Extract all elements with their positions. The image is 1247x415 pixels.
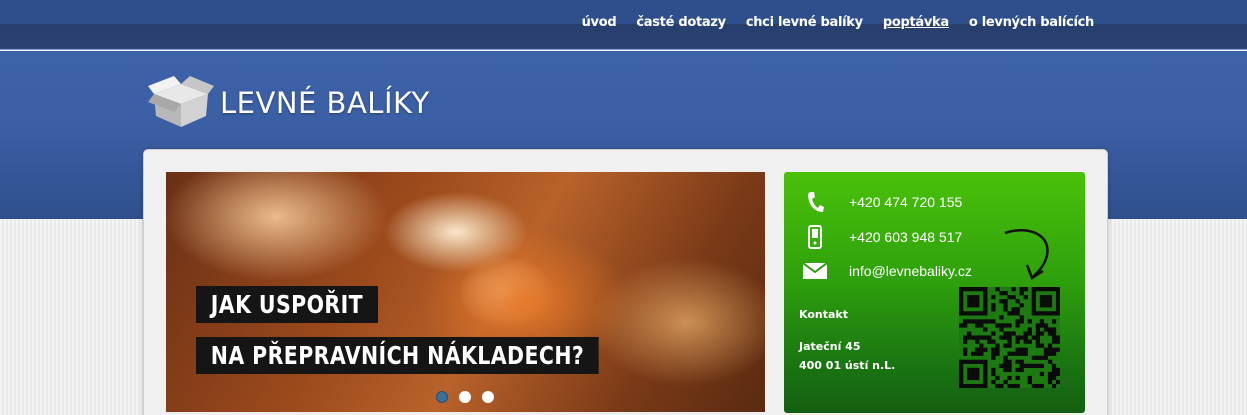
phone-icon — [801, 190, 829, 214]
slider-caption-line2: NA PŘEPRAVNÍCH NÁKLADECH? — [196, 337, 599, 374]
contact-email-row: info@levnebaliky.cz — [801, 259, 972, 283]
nav-link-uvod[interactable]: úvod — [582, 15, 617, 30]
nav-link-caste-dotazy[interactable]: časté dotazy — [636, 15, 726, 30]
contact-mobile[interactable]: +420 603 948 517 — [849, 229, 962, 245]
main-nav: úvod časté dotazy chci levné balíky popt… — [582, 15, 1095, 30]
site-logo[interactable]: LEVNÉ BALÍKY — [148, 72, 430, 133]
contact-section-label: Kontakt — [799, 308, 848, 321]
address-line2: 400 01 ústí n.L. — [799, 359, 896, 372]
contact-mobile-row: +420 603 948 517 — [801, 225, 962, 249]
slider-dot-1[interactable] — [436, 391, 448, 403]
nav-link-poptavka[interactable]: poptávka — [883, 15, 949, 30]
contact-box: +420 474 720 155 +420 603 948 517 info@l… — [784, 172, 1085, 413]
slider-dot-3[interactable] — [482, 391, 494, 403]
curved-arrow-icon — [999, 227, 1059, 287]
content-panel: JAK USPOŘIT NA PŘEPRAVNÍCH NÁKLADECH? +4… — [143, 149, 1108, 415]
mobile-icon — [801, 225, 829, 249]
qr-code — [959, 287, 1061, 389]
slider-dot-2[interactable] — [459, 391, 471, 403]
slider-pagination — [436, 391, 494, 403]
contact-phone[interactable]: +420 474 720 155 — [849, 194, 962, 210]
box-icon — [148, 72, 214, 133]
envelope-icon — [801, 259, 829, 283]
site-name: LEVNÉ BALÍKY — [220, 85, 430, 120]
nav-link-chci-levne-baliky[interactable]: chci levné balíky — [746, 15, 863, 30]
address-line1: Jateční 45 — [799, 340, 861, 353]
image-slider[interactable]: JAK USPOŘIT NA PŘEPRAVNÍCH NÁKLADECH? — [166, 172, 765, 412]
top-navigation-bar: úvod časté dotazy chci levné balíky popt… — [0, 0, 1247, 50]
contact-phone-row: +420 474 720 155 — [801, 190, 962, 214]
nav-link-o-levnych-balicich[interactable]: o levných balících — [969, 15, 1094, 30]
contact-email[interactable]: info@levnebaliky.cz — [849, 263, 972, 279]
slider-caption-line1: JAK USPOŘIT — [196, 286, 378, 323]
